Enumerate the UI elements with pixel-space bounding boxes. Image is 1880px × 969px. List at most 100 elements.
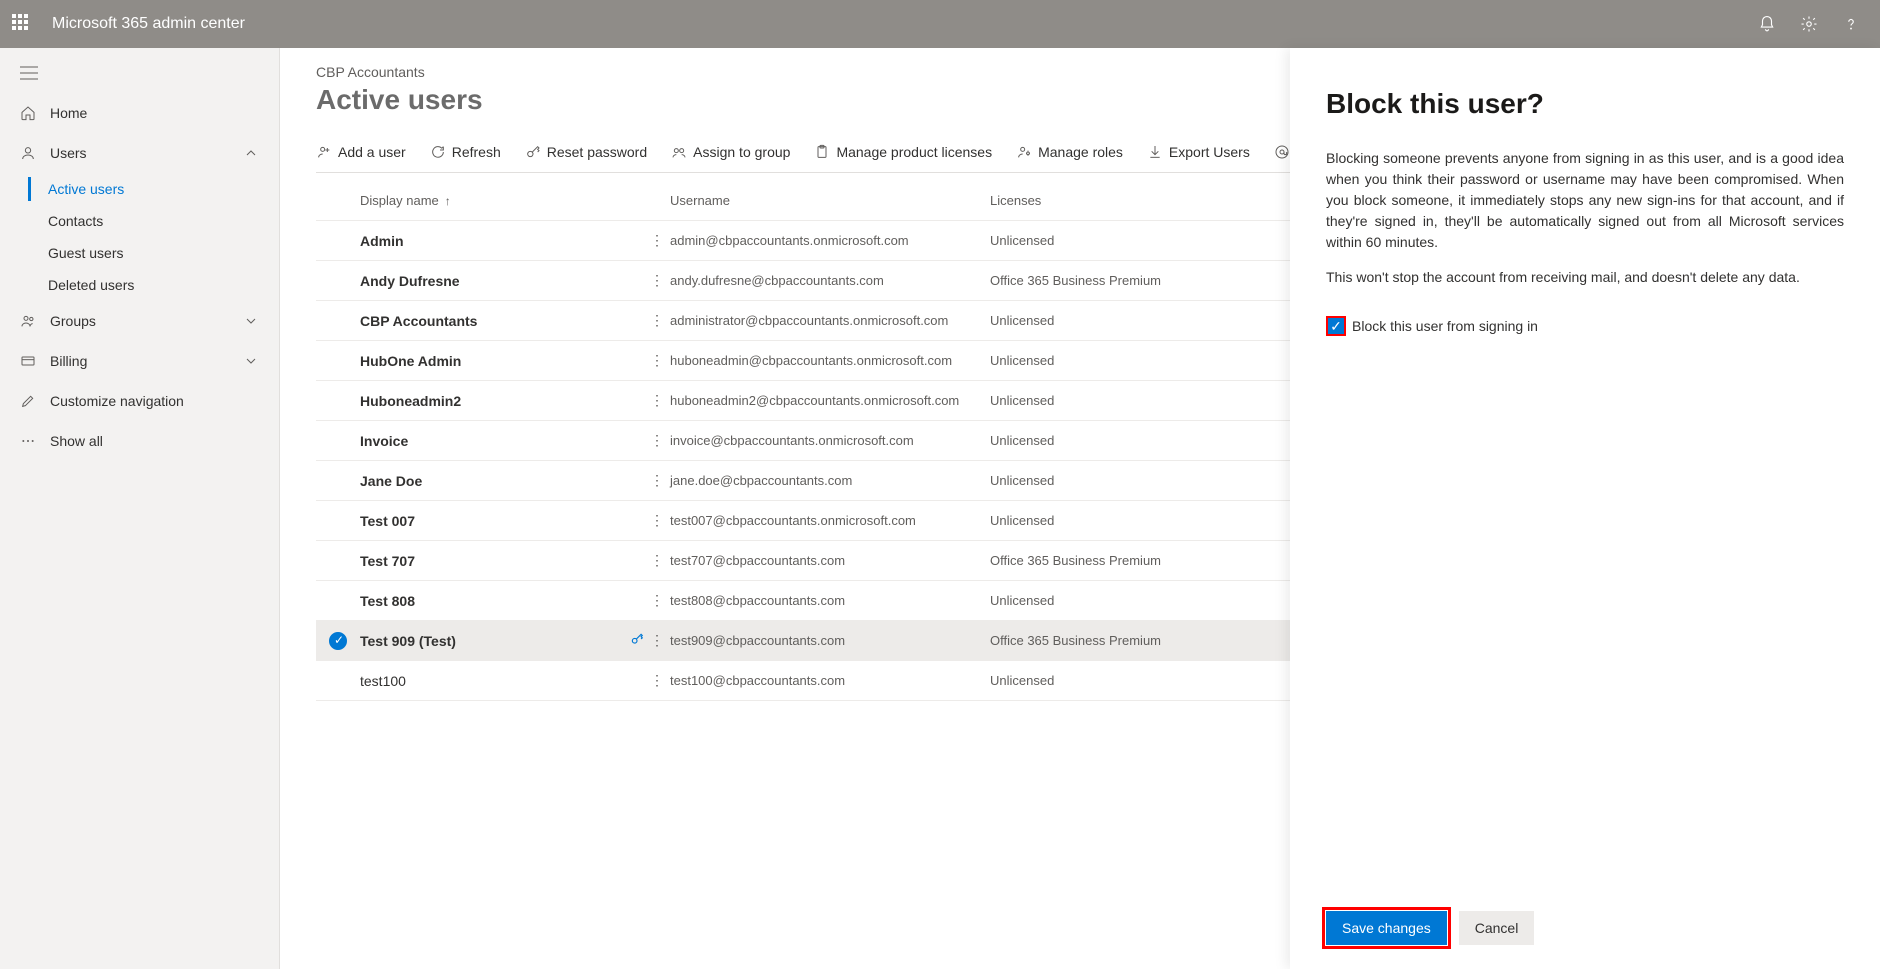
row-username: andy.dufresne@cbpaccountants.com: [670, 273, 990, 288]
cmd-refresh-label: Refresh: [452, 144, 501, 160]
row-actions[interactable]: ⋮: [650, 392, 664, 408]
nav-groups[interactable]: Groups: [0, 301, 279, 341]
nav-customize-label: Customize navigation: [50, 393, 184, 409]
row-checkbox[interactable]: [329, 592, 347, 610]
nav-showall[interactable]: Show all: [0, 421, 279, 461]
ellipsis-icon: [20, 433, 36, 449]
nav-deleted-users[interactable]: Deleted users: [48, 269, 279, 301]
panel-description-2: This won't stop the account from receivi…: [1326, 267, 1844, 288]
people-icon: [20, 313, 36, 329]
row-checkbox[interactable]: [329, 512, 347, 530]
block-signin-label: Block this user from signing in: [1352, 318, 1538, 334]
row-checkbox[interactable]: [329, 672, 347, 690]
row-actions[interactable]: ⋮: [650, 352, 664, 368]
row-actions[interactable]: ⋮: [650, 672, 664, 688]
nav-users[interactable]: Users: [0, 133, 279, 173]
row-display-name: Huboneadmin2: [360, 393, 650, 409]
row-actions[interactable]: ⋮: [650, 512, 664, 528]
cmd-refresh[interactable]: Refresh: [430, 144, 501, 160]
row-checkbox[interactable]: [329, 472, 347, 490]
nav-showall-label: Show all: [50, 433, 103, 449]
row-checkbox[interactable]: [329, 392, 347, 410]
nav-users-children: Active users Contacts Guest users Delete…: [0, 173, 279, 301]
block-signin-checkbox[interactable]: ✓: [1326, 316, 1346, 336]
panel-description-1: Blocking someone prevents anyone from si…: [1326, 148, 1844, 253]
row-username: test007@cbpaccountants.onmicrosoft.com: [670, 513, 990, 528]
row-username: huboneadmin@cbpaccountants.onmicrosoft.c…: [670, 353, 990, 368]
row-actions[interactable]: ⋮: [650, 552, 664, 568]
cmd-licenses-label: Manage product licenses: [836, 144, 992, 160]
row-actions[interactable]: ⋮: [650, 232, 664, 248]
bell-icon[interactable]: [1758, 15, 1776, 33]
sort-asc-icon: ↑: [445, 194, 451, 208]
person-icon: [20, 145, 36, 161]
row-username: test100@cbpaccountants.com: [670, 673, 990, 688]
cmd-assign-group[interactable]: Assign to group: [671, 144, 790, 160]
cmd-manage-licenses[interactable]: Manage product licenses: [814, 144, 992, 160]
download-icon: [1147, 144, 1163, 160]
row-checkbox[interactable]: [329, 232, 347, 250]
app-title: Microsoft 365 admin center: [52, 15, 245, 33]
row-username: test707@cbpaccountants.com: [670, 553, 990, 568]
cmd-assign-label: Assign to group: [693, 144, 790, 160]
row-checkbox[interactable]: [329, 432, 347, 450]
cancel-button[interactable]: Cancel: [1459, 911, 1535, 945]
card-icon: [20, 353, 36, 369]
cmd-reset-label: Reset password: [547, 144, 647, 160]
refresh-icon: [430, 144, 446, 160]
col-username[interactable]: Username: [670, 193, 990, 208]
row-display-name: Test 707: [360, 553, 650, 569]
cmd-roles-label: Manage roles: [1038, 144, 1123, 160]
nav-active-users[interactable]: Active users: [48, 173, 279, 205]
top-bar: Microsoft 365 admin center: [0, 0, 1880, 48]
nav-home-label: Home: [50, 105, 87, 121]
row-checkbox[interactable]: [329, 312, 347, 330]
row-checkbox[interactable]: [329, 552, 347, 570]
nav-billing-label: Billing: [50, 353, 87, 369]
cmd-export-label: Export Users: [1169, 144, 1250, 160]
nav-contacts[interactable]: Contacts: [48, 205, 279, 237]
app-launcher-icon[interactable]: [12, 14, 32, 34]
chevron-up-icon: [243, 145, 259, 161]
chevron-down-icon: [243, 313, 259, 329]
row-username: administrator@cbpaccountants.onmicrosoft…: [670, 313, 990, 328]
cmd-manage-roles[interactable]: Manage roles: [1016, 144, 1123, 160]
row-checkbox[interactable]: [329, 272, 347, 290]
row-actions[interactable]: ⋮: [650, 312, 664, 328]
row-username: huboneadmin2@cbpaccountants.onmicrosoft.…: [670, 393, 990, 408]
save-changes-button[interactable]: Save changes: [1326, 911, 1447, 945]
help-icon[interactable]: [1842, 15, 1860, 33]
row-actions[interactable]: ⋮: [650, 272, 664, 288]
row-display-name: test100: [360, 673, 650, 689]
group-icon: [671, 144, 687, 160]
nav-customize[interactable]: Customize navigation: [0, 381, 279, 421]
block-user-panel: Block this user? Blocking someone preven…: [1290, 48, 1880, 969]
nav-users-label: Users: [50, 145, 87, 161]
key-icon: [525, 144, 541, 160]
nav-toggle[interactable]: [0, 56, 279, 93]
row-display-name: Test 007: [360, 513, 650, 529]
gear-icon[interactable]: [1800, 15, 1818, 33]
row-actions[interactable]: ⋮: [650, 472, 664, 488]
key-icon[interactable]: [624, 632, 650, 649]
row-display-name: Test 808: [360, 593, 650, 609]
pencil-icon: [20, 393, 36, 409]
panel-title: Block this user?: [1326, 88, 1844, 120]
cmd-add-user[interactable]: Add a user: [316, 144, 406, 160]
chevron-down-icon: [243, 353, 259, 369]
row-checkbox[interactable]: [329, 632, 347, 650]
row-checkbox[interactable]: [329, 352, 347, 370]
row-username: jane.doe@cbpaccountants.com: [670, 473, 990, 488]
cmd-export-users[interactable]: Export Users: [1147, 144, 1250, 160]
cmd-reset-password[interactable]: Reset password: [525, 144, 647, 160]
row-display-name: Test 909 (Test): [360, 633, 624, 649]
row-actions[interactable]: ⋮: [650, 632, 664, 648]
nav-guest-users[interactable]: Guest users: [48, 237, 279, 269]
row-actions[interactable]: ⋮: [650, 592, 664, 608]
nav-home[interactable]: Home: [0, 93, 279, 133]
col-display-name[interactable]: Display name↑: [360, 193, 650, 208]
row-display-name: Andy Dufresne: [360, 273, 650, 289]
nav-billing[interactable]: Billing: [0, 341, 279, 381]
row-actions[interactable]: ⋮: [650, 432, 664, 448]
row-display-name: Admin: [360, 233, 650, 249]
